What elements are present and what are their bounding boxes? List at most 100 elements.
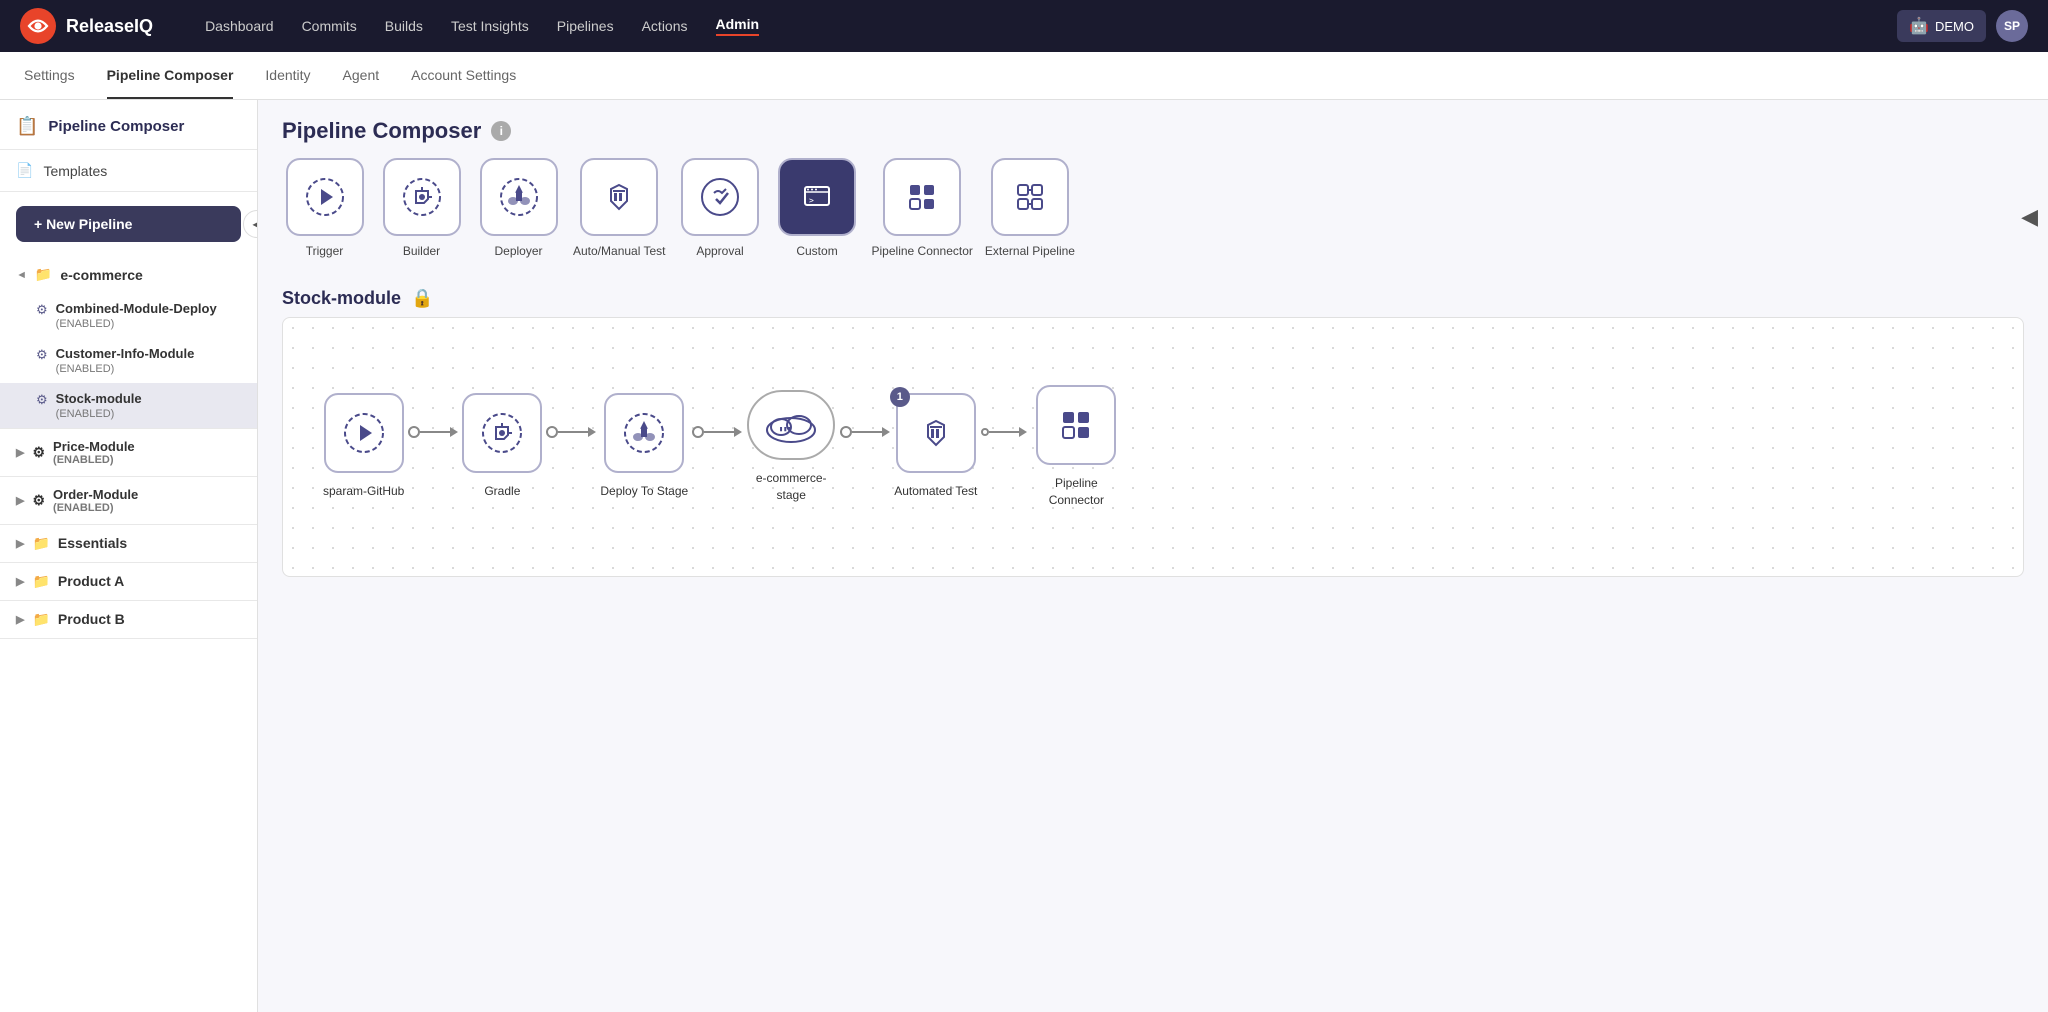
- pipeline-node-sparam[interactable]: sparam-GitHub: [323, 393, 404, 500]
- pipeline-composer-icon: 📋: [16, 116, 38, 137]
- pipeline-node-connector[interactable]: Pipeline Connector: [1031, 385, 1121, 509]
- pipeline-status-stock: (ENABLED): [56, 408, 142, 420]
- node-box-sparam: [324, 393, 404, 473]
- group-essentials-header[interactable]: ▶ 📁 Essentials: [0, 525, 257, 562]
- templates-icon: 📄: [16, 162, 33, 179]
- sidebar-item-templates[interactable]: 📄 Templates: [0, 150, 257, 192]
- stage-approval-box: [681, 158, 759, 236]
- pipeline-node-deploy[interactable]: Deploy To Stage: [600, 393, 688, 500]
- nav-commits[interactable]: Commits: [302, 18, 357, 34]
- chevron-essentials-icon: ▶: [16, 537, 24, 550]
- group-essentials: ▶ 📁 Essentials: [0, 525, 257, 563]
- nav-right: 🤖 DEMO SP: [1897, 10, 2028, 42]
- approval-icon: [700, 177, 740, 217]
- subnav-settings[interactable]: Settings: [24, 53, 75, 99]
- node-box-gradle: [462, 393, 542, 473]
- sidebar-title: 📋 Pipeline Composer: [0, 100, 257, 150]
- arrow-line-4: [852, 431, 882, 433]
- stage-autotest-label: Auto/Manual Test: [573, 244, 666, 260]
- lock-icon: 🔒: [411, 288, 433, 309]
- pipeline-item-customer-info[interactable]: ⚙ Customer-Info-Module (ENABLED): [0, 338, 257, 383]
- stage-deployer[interactable]: Deployer: [476, 158, 561, 260]
- new-pipeline-button[interactable]: + New Pipeline: [16, 206, 241, 242]
- nav-admin[interactable]: Admin: [716, 16, 760, 36]
- templates-label: Templates: [43, 163, 107, 179]
- group-price-status: (ENABLED): [53, 454, 135, 466]
- nav-builds[interactable]: Builds: [385, 18, 423, 34]
- stage-pipeline-connector[interactable]: Pipeline Connector: [872, 158, 973, 260]
- sidebar-collapse-button[interactable]: ◀: [243, 210, 258, 238]
- user-avatar[interactable]: SP: [1996, 10, 2028, 42]
- stage-custom[interactable]: >_ Custom: [775, 158, 860, 260]
- group-order-status: (ENABLED): [53, 502, 138, 514]
- group-order-label: Order-Module: [53, 487, 138, 502]
- chevron-order-icon: ▶: [16, 494, 24, 507]
- arrow-circle-4: [840, 426, 852, 438]
- pipeline-area-name: Stock-module: [282, 288, 401, 309]
- pipeline-item-stock[interactable]: ⚙ Stock-module (ENABLED): [0, 383, 257, 428]
- chevron-price-icon: ▶: [16, 446, 24, 459]
- group-product-b-header[interactable]: ▶ 📁 Product B: [0, 601, 257, 638]
- subnav-identity[interactable]: Identity: [265, 53, 310, 99]
- stage-external-pipeline-label: External Pipeline: [985, 244, 1075, 260]
- arrow-4: [836, 426, 894, 468]
- group-ecommerce: ▼ 📁 e-commerce ⚙ Combined-Module-Deploy …: [0, 256, 257, 429]
- info-icon[interactable]: i: [491, 121, 511, 141]
- node-icon-test: [915, 412, 957, 454]
- pipeline-node-automated-test[interactable]: 1 Automated Test: [894, 393, 977, 500]
- node-label-deploy: Deploy To Stage: [600, 483, 688, 500]
- subnav-account-settings[interactable]: Account Settings: [411, 53, 516, 99]
- node-icon-sparam: [343, 412, 385, 454]
- node-label-ecommerce: e-commerce-stage: [746, 470, 836, 504]
- pipeline-item-combined[interactable]: ⚙ Combined-Module-Deploy (ENABLED): [0, 293, 257, 338]
- arrow-line-3: [704, 431, 734, 433]
- stage-trigger-label: Trigger: [306, 244, 344, 260]
- stage-builder-label: Builder: [403, 244, 440, 260]
- scroll-right-button[interactable]: ◀: [2021, 204, 2038, 230]
- stage-autotest[interactable]: Auto/Manual Test: [573, 158, 666, 260]
- demo-button[interactable]: 🤖 DEMO: [1897, 10, 1986, 42]
- group-price-module: ▶ ⚙ Price-Module (ENABLED): [0, 429, 257, 477]
- group-icon-product-b: 📁: [32, 611, 49, 628]
- custom-icon: >_: [797, 177, 837, 217]
- node-box-ecommerce: ▮▮▮: [747, 390, 835, 460]
- arrow-circle-2: [546, 426, 558, 438]
- nav-test-insights[interactable]: Test Insights: [451, 18, 529, 34]
- node-label-connector: Pipeline Connector: [1031, 475, 1121, 509]
- arrow-right-4: [882, 427, 890, 437]
- group-order-header[interactable]: ▶ ⚙ Order-Module (ENABLED): [0, 477, 257, 524]
- stage-external-pipeline[interactable]: External Pipeline: [985, 158, 1075, 260]
- nav-dashboard[interactable]: Dashboard: [205, 18, 274, 34]
- trigger-icon: [305, 177, 345, 217]
- pipeline-name-combined: Combined-Module-Deploy: [56, 301, 217, 318]
- group-price-header[interactable]: ▶ ⚙ Price-Module (ENABLED): [0, 429, 257, 476]
- svg-text:▮▮▮: ▮▮▮: [779, 425, 792, 433]
- stage-trigger[interactable]: Trigger: [282, 158, 367, 260]
- group-ecommerce-label: e-commerce: [60, 267, 143, 283]
- nav-links: Dashboard Commits Builds Test Insights P…: [205, 16, 1865, 36]
- brand-logo-icon: [20, 8, 56, 44]
- nav-actions[interactable]: Actions: [642, 18, 688, 34]
- stage-external-pipeline-box: [991, 158, 1069, 236]
- svg-text:>_: >_: [809, 196, 819, 205]
- pipeline-node-gradle[interactable]: Gradle: [462, 393, 542, 500]
- arrow-circle-3: [692, 426, 704, 438]
- nav-pipelines[interactable]: Pipelines: [557, 18, 614, 34]
- group-ecommerce-header[interactable]: ▼ 📁 e-commerce: [0, 256, 257, 293]
- stage-approval[interactable]: Approval: [678, 158, 763, 260]
- group-product-a: ▶ 📁 Product A: [0, 563, 257, 601]
- subnav-pipeline-composer[interactable]: Pipeline Composer: [107, 53, 234, 99]
- subnav-agent[interactable]: Agent: [343, 53, 380, 99]
- stage-pipeline-connector-label: Pipeline Connector: [872, 244, 973, 260]
- stage-custom-box: >_: [778, 158, 856, 236]
- group-product-a-header[interactable]: ▶ 📁 Product A: [0, 563, 257, 600]
- stage-builder[interactable]: Builder: [379, 158, 464, 260]
- pipeline-name-customer: Customer-Info-Module: [56, 346, 195, 363]
- pipeline-canvas: sparam-GitHub Gr: [282, 317, 2024, 577]
- group-icon-product-a: 📁: [32, 573, 49, 590]
- brand[interactable]: ReleaseIQ: [20, 8, 153, 44]
- stage-custom-label: Custom: [796, 244, 837, 260]
- arrow-right-5: [1019, 427, 1027, 437]
- pipeline-node-ecommerce-stage[interactable]: ▮▮▮ e-commerce-stage: [746, 390, 836, 504]
- node-box-automated-test: 1: [896, 393, 976, 473]
